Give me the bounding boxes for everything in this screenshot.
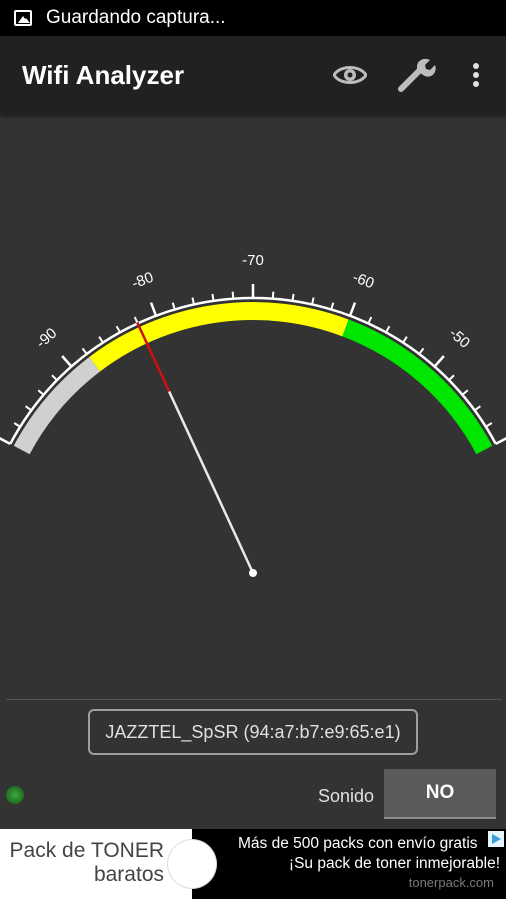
gauge-major-tick [61, 355, 73, 368]
status-led [6, 786, 24, 804]
gauge-major-tick [348, 302, 357, 317]
status-bar: Guardando captura... [0, 0, 506, 36]
ad-line-1: Más de 500 packs con envío gratis [238, 835, 478, 852]
view-button[interactable] [326, 51, 374, 99]
gauge-major-tick [495, 437, 506, 445]
sound-toggle-button[interactable]: NO [384, 769, 496, 819]
more-vert-icon [473, 63, 479, 87]
gauge-minor-tick [402, 336, 408, 344]
ad-line-2: ¡Su pack de toner inmejorable! [288, 855, 500, 872]
ad-right-panel: Más de 500 packs con envío gratis ¡Su pa… [192, 829, 506, 899]
ad-banner[interactable]: Pack de TONER baratos Más de 500 packs c… [0, 829, 506, 899]
overflow-menu-button[interactable] [456, 51, 496, 99]
tools-button[interactable] [394, 51, 442, 99]
gauge-minor-tick [81, 347, 88, 355]
gauge-minor-tick [211, 293, 215, 302]
gauge-minor-tick [171, 302, 176, 310]
gauge-minor-tick [115, 325, 121, 333]
gauge-tick-label: -70 [242, 252, 264, 269]
gauge-minor-tick [367, 316, 373, 324]
gauge-needle-hub [249, 569, 257, 577]
app-bar: Wifi Analyzer [0, 36, 506, 114]
image-icon [14, 10, 32, 26]
gauge-major-tick [433, 355, 445, 368]
gauge-tick-label: -60 [350, 269, 376, 293]
gauge-minor-tick [231, 291, 235, 299]
gauge-minor-tick [271, 291, 275, 299]
gauge-minor-tick [13, 422, 21, 428]
gauge-minor-tick [37, 389, 45, 396]
gauge-zone-1 [89, 302, 349, 372]
gauge-minor-tick [98, 336, 104, 344]
sound-label: Sonido [318, 786, 375, 806]
gauge-minor-tick [448, 374, 455, 381]
gauge-minor-tick [25, 405, 32, 412]
sound-toggle-label: NO [425, 782, 455, 803]
gauge-needle-shaft [167, 390, 255, 574]
eye-icon [333, 66, 367, 84]
app-title: Wifi Analyzer [22, 59, 185, 90]
gauge-minor-tick [418, 347, 425, 355]
gauge-minor-tick [461, 389, 469, 396]
gauge-minor-tick [330, 302, 335, 310]
signal-gauge: -100-90-80-70-60-50-40 dBm [0, 252, 506, 577]
gauge-minor-tick [133, 316, 139, 324]
ad-domain: tonerpack.com [408, 875, 494, 890]
gauge-minor-tick [474, 405, 481, 412]
gauge-minor-tick [291, 293, 295, 302]
gauge-major-tick [149, 302, 158, 317]
gauge-tick-label: -50 [446, 325, 474, 352]
network-selector[interactable]: JAZZTEL_SpSR (94:a7:b7:e9:65:e1) [88, 709, 418, 755]
wrench-icon [398, 58, 436, 92]
ad-left-text: Pack de TONER baratos [9, 839, 164, 886]
gauge-minor-tick [485, 422, 493, 428]
gauge-major-tick [0, 437, 11, 445]
gauge-tick-label: -90 [33, 325, 61, 352]
gauge-minor-tick [51, 374, 58, 381]
status-text: Guardando captura... [46, 7, 226, 28]
divider [6, 699, 502, 700]
gauge-tick-label: -80 [130, 269, 156, 293]
ad-circle-graphic [168, 840, 216, 888]
gauge-minor-tick [385, 325, 391, 333]
ad-choices-icon[interactable] [488, 831, 504, 847]
network-ssid-label: JAZZTEL_SpSR (94:a7:b7:e9:65:e1) [105, 721, 401, 742]
